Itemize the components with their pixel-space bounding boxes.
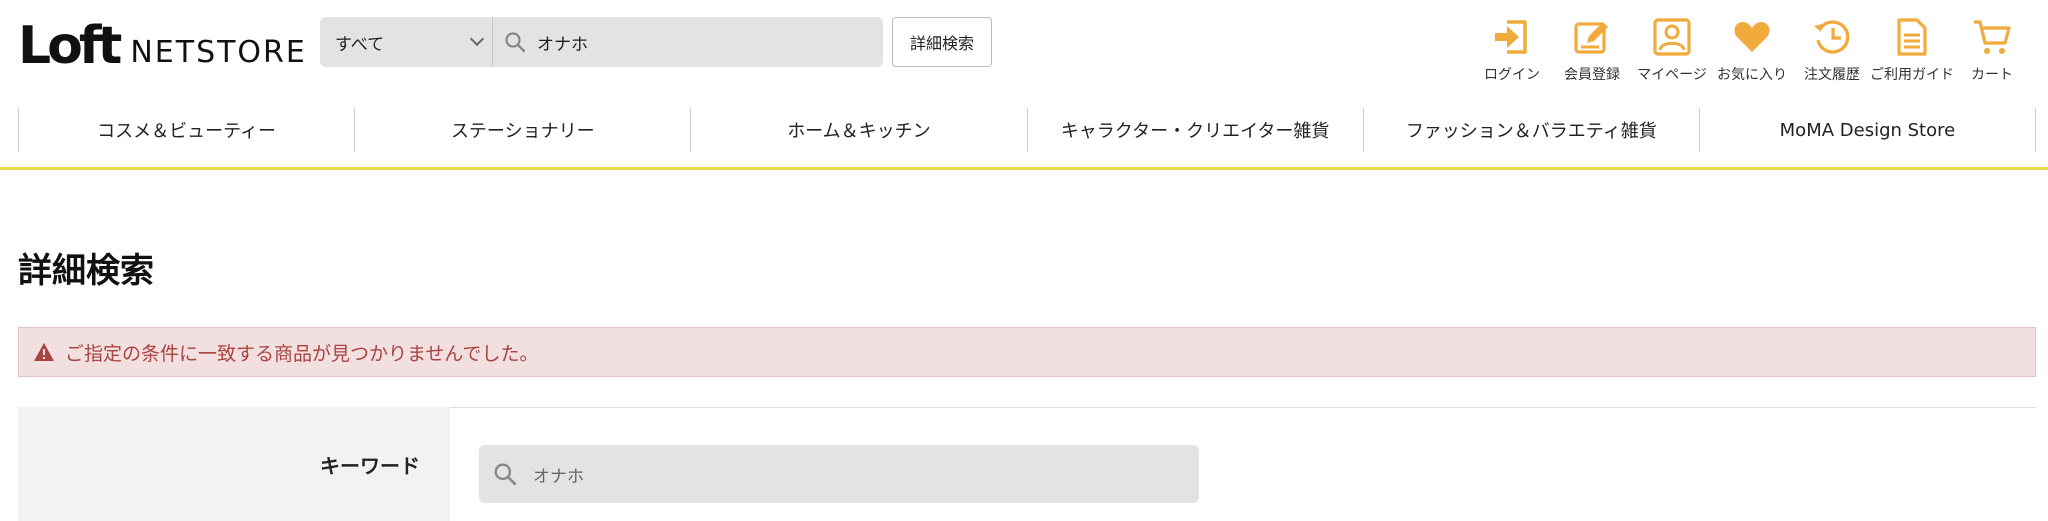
site-header: Loft NETSTORE すべて オナホ 詳細検索 ログイン 会員登録 マイペ…	[0, 0, 2048, 98]
chevron-down-icon	[469, 31, 485, 47]
util-label: マイページ	[1637, 67, 1707, 83]
advanced-search-button[interactable]: 詳細検索	[892, 17, 992, 67]
login-icon	[1495, 20, 1527, 54]
util-label: お気に入り	[1717, 67, 1787, 83]
util-register[interactable]: 会員登録	[1552, 16, 1632, 84]
util-label: ログイン	[1484, 67, 1540, 83]
util-mypage[interactable]: マイページ	[1632, 16, 1712, 84]
keyword-input-value: オナホ	[533, 466, 584, 487]
search-scope-select[interactable]: すべて	[320, 17, 493, 67]
util-cart[interactable]: カート	[1952, 16, 2032, 84]
util-label: ご利用ガイド	[1870, 67, 1954, 83]
util-login[interactable]: ログイン	[1472, 16, 1552, 84]
warning-icon	[34, 343, 54, 361]
alert-message: ご指定の条件に一致する商品が見つかりませんでした。	[65, 342, 539, 365]
category-moma-design-store[interactable]: MoMA Design Store	[1698, 108, 2037, 152]
guide-icon	[1897, 18, 1927, 56]
search-input[interactable]: オナホ	[537, 30, 588, 55]
logo-mark: Loft	[18, 16, 122, 76]
utility-nav: ログイン 会員登録 マイページ お気に入り 注文履歴 ご利用ガイド カート	[1472, 16, 2032, 84]
mypage-icon	[1653, 18, 1691, 56]
register-icon	[1574, 22, 1608, 54]
history-icon	[1814, 20, 1850, 54]
site-logo[interactable]: Loft NETSTORE	[18, 16, 307, 72]
no-results-alert: ご指定の条件に一致する商品が見つかりませんでした。	[18, 327, 2036, 377]
header-search: すべて オナホ	[320, 17, 883, 67]
category-home-kitchen[interactable]: ホーム＆キッチン	[690, 108, 1026, 152]
category-character-creator[interactable]: キャラクター・クリエイター雑貨	[1026, 108, 1363, 152]
util-label: 注文履歴	[1804, 67, 1860, 83]
category-cosme-beauty[interactable]: コスメ＆ビューティー	[18, 108, 354, 152]
util-favorites[interactable]: お気に入り	[1712, 16, 1792, 84]
util-order-history[interactable]: 注文履歴	[1792, 16, 1872, 84]
category-nav: コスメ＆ビューティー ステーショナリー ホーム＆キッチン キャラクター・クリエイ…	[18, 108, 2037, 152]
nav-underline	[0, 167, 2048, 170]
keyword-field-cell: オナホ	[450, 407, 2036, 521]
category-stationery[interactable]: ステーショナリー	[354, 108, 690, 152]
keyword-label: キーワード	[18, 407, 450, 521]
util-label: カート	[1971, 67, 2013, 83]
util-label: 会員登録	[1564, 67, 1620, 83]
page-title: 詳細検索	[18, 251, 154, 291]
search-icon	[494, 463, 517, 486]
search-scope-value: すべて	[335, 34, 385, 55]
search-icon	[493, 31, 537, 53]
cart-icon	[1974, 20, 2011, 54]
category-fashion-variety[interactable]: ファッション＆バラエティ雑貨	[1362, 108, 1699, 152]
logo-text: NETSTORE	[130, 35, 307, 70]
util-guide[interactable]: ご利用ガイド	[1870, 16, 1954, 84]
keyword-form-row: キーワード オナホ	[18, 407, 2036, 521]
keyword-input[interactable]: オナホ	[479, 445, 1199, 503]
heart-icon	[1734, 22, 1770, 52]
